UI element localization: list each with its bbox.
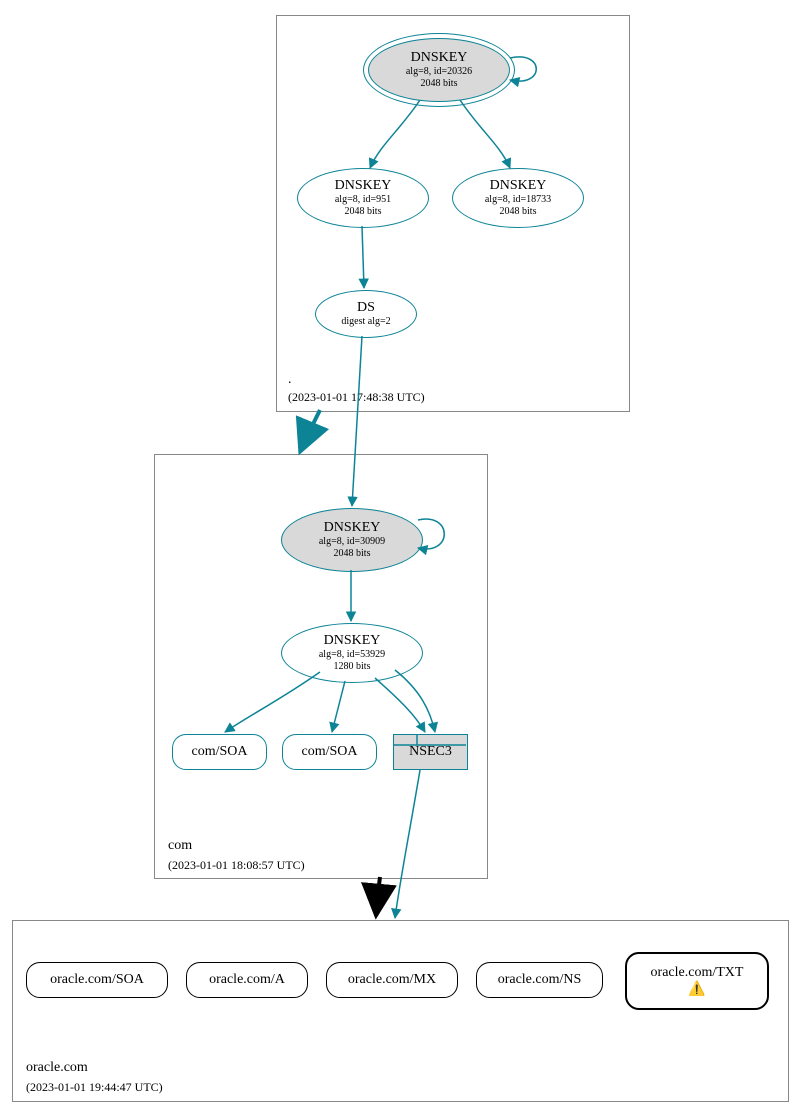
ds-alg: digest alg=2 [341, 316, 390, 328]
node-oracle-mx: oracle.com/MX [326, 962, 458, 998]
record-label: NSEC3 [409, 744, 452, 760]
record-label: com/SOA [192, 744, 248, 760]
node-com-soa-1: com/SOA [172, 734, 267, 770]
node-oracle-ns: oracle.com/NS [476, 962, 603, 998]
dnskey-alg: alg=8, id=20326 [406, 66, 472, 78]
dnskey-title: DNSKEY [490, 178, 547, 194]
node-com-soa-2: com/SOA [282, 734, 377, 770]
warning-icon: ⚠️ [688, 981, 705, 998]
dnskey-alg: alg=8, id=53929 [319, 649, 385, 661]
zone-com-timestamp: (2023-01-01 18:08:57 UTC) [168, 858, 305, 873]
zone-oracle-label: oracle.com [26, 1060, 88, 1076]
dnskey-bits: 1280 bits [334, 661, 371, 673]
dnskey-bits: 2048 bits [421, 78, 458, 90]
node-oracle-txt: oracle.com/TXT ⚠️ [625, 952, 769, 1010]
dnskey-alg: alg=8, id=951 [335, 194, 391, 206]
ds-title: DS [357, 300, 375, 316]
node-root-ksk: DNSKEY alg=8, id=20326 2048 bits [368, 38, 510, 102]
record-label: oracle.com/MX [348, 972, 436, 988]
record-label: oracle.com/TXT [651, 965, 744, 981]
record-label: oracle.com/A [209, 972, 285, 988]
dnskey-alg: alg=8, id=30909 [319, 536, 385, 548]
node-root-zsk-951: DNSKEY alg=8, id=951 2048 bits [297, 168, 429, 228]
node-com-nsec3: NSEC3 [393, 734, 468, 770]
node-com-zsk: DNSKEY alg=8, id=53929 1280 bits [281, 623, 423, 683]
node-oracle-a: oracle.com/A [186, 962, 308, 998]
node-root-ds: DS digest alg=2 [315, 290, 417, 338]
node-root-zsk-18733: DNSKEY alg=8, id=18733 2048 bits [452, 168, 584, 228]
zone-root-label: . [288, 372, 292, 388]
dnskey-bits: 2048 bits [334, 548, 371, 560]
record-label: com/SOA [302, 744, 358, 760]
dnskey-bits: 2048 bits [500, 206, 537, 218]
node-oracle-soa: oracle.com/SOA [26, 962, 168, 998]
dnskey-bits: 2048 bits [345, 206, 382, 218]
record-label: oracle.com/SOA [50, 972, 144, 988]
dnskey-title: DNSKEY [335, 178, 392, 194]
dnskey-title: DNSKEY [324, 633, 381, 649]
zone-root-timestamp: (2023-01-01 17:48:38 UTC) [288, 390, 425, 405]
zone-oracle [12, 920, 789, 1102]
zone-oracle-timestamp: (2023-01-01 19:44:47 UTC) [26, 1080, 163, 1095]
zone-com-label: com [168, 838, 192, 854]
dnskey-alg: alg=8, id=18733 [485, 194, 551, 206]
dnskey-title: DNSKEY [411, 50, 468, 66]
node-com-ksk: DNSKEY alg=8, id=30909 2048 bits [281, 508, 423, 572]
record-label: oracle.com/NS [498, 972, 582, 988]
dnskey-title: DNSKEY [324, 520, 381, 536]
